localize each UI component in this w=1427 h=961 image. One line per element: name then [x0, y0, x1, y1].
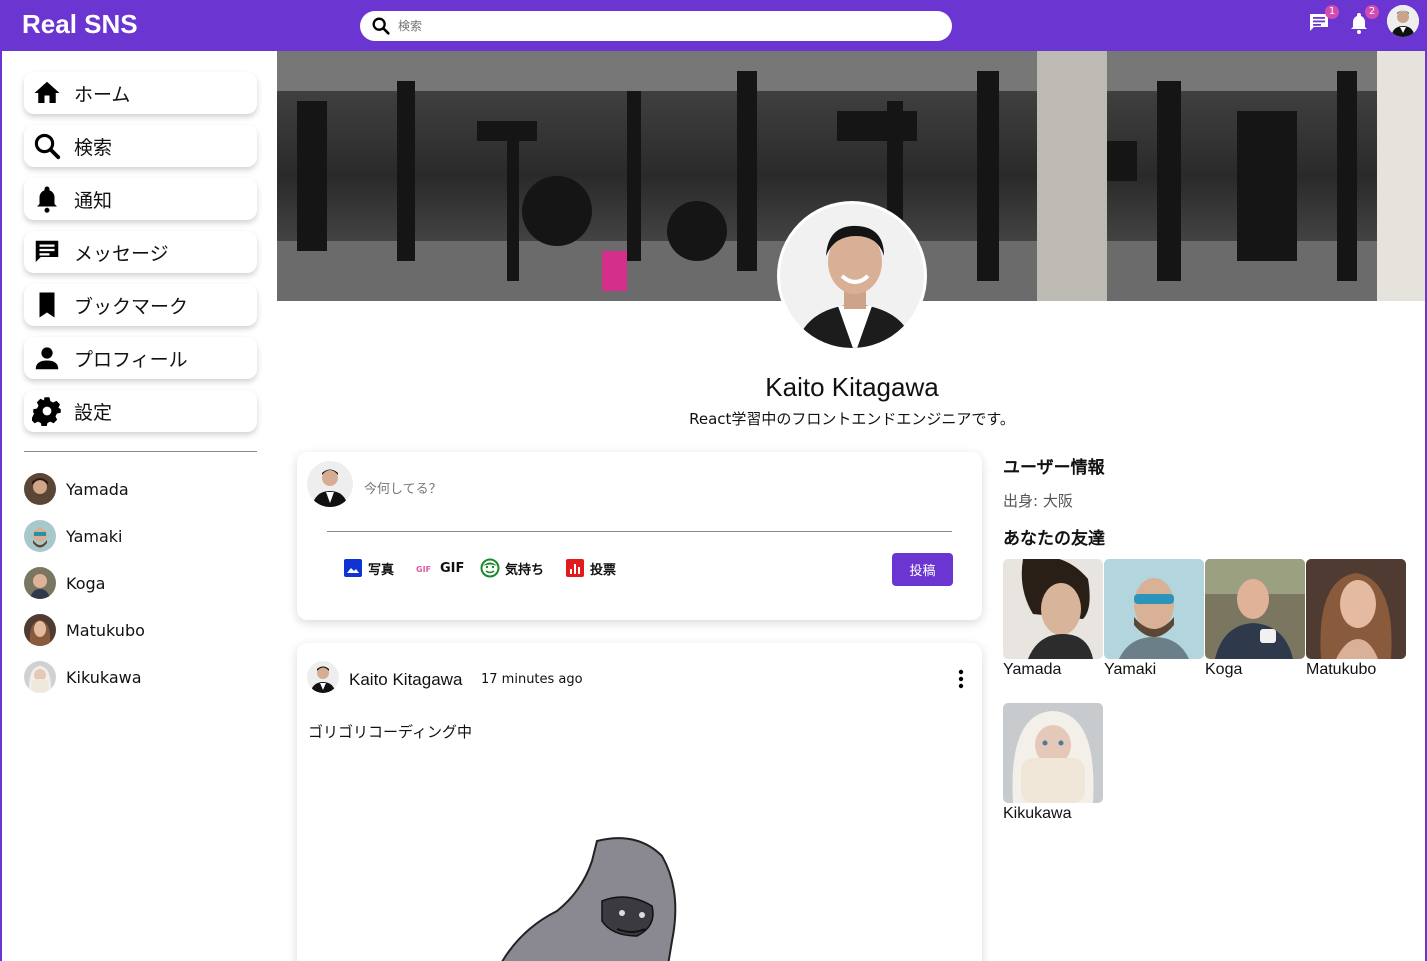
avatar-image	[1387, 5, 1419, 37]
friend-card[interactable]: Yamada	[1003, 559, 1103, 679]
sidebar-item-label: メッセージ	[74, 242, 169, 265]
image-icon	[344, 559, 362, 577]
sidebar-item-label: ホーム	[74, 83, 131, 106]
bookmark-icon	[39, 292, 55, 318]
sidebar-item-label: 通知	[74, 189, 113, 212]
search-input[interactable]	[398, 19, 898, 33]
friend-name: Yamaki	[1104, 661, 1157, 678]
friends-title: あなたの友達	[1003, 529, 1105, 549]
app-root: Real SNS 1 2 ホーム 検索	[0, 0, 1427, 961]
post-image	[501, 837, 677, 961]
post-card: Kaito Kitagawa 17 minutes ago ゴリゴリコーディング…	[297, 643, 982, 961]
sidebar-item-label: 設定	[74, 401, 113, 424]
profile-name: Kaito Kitagawa	[765, 372, 939, 402]
person-icon	[35, 347, 59, 370]
sidebar-item-label: ブックマーク	[74, 295, 189, 318]
chat-icon	[35, 240, 59, 262]
share-option-feeling[interactable]: 気持ち	[480, 558, 544, 578]
avatar[interactable]	[307, 661, 339, 693]
avatar	[24, 473, 56, 505]
share-divider	[327, 531, 952, 532]
topbar: Real SNS 1 2	[2, 0, 1425, 51]
avatar	[24, 661, 56, 693]
friend-item[interactable]: Yamaki	[24, 520, 122, 552]
avatar	[307, 461, 353, 507]
profile-description: React学習中のフロントエンドエンジニアです。	[689, 410, 1015, 428]
sidebar-divider	[24, 451, 257, 452]
avatar	[24, 520, 56, 552]
notification-badge: 2	[1365, 5, 1379, 19]
post-time: 17 minutes ago	[481, 672, 583, 687]
share-box: 今何してる？ 写真 GIF GIF 気持ち 投票 投稿	[297, 452, 982, 620]
friend-item[interactable]: Matukubo	[24, 614, 145, 646]
bell-icon	[37, 186, 57, 213]
notification-button[interactable]: 2	[1347, 5, 1379, 35]
sidebar-item-home[interactable]: ホーム	[24, 72, 257, 114]
sidebar-item-notifications[interactable]: 通知	[24, 178, 257, 220]
share-option-label: GIF	[440, 560, 465, 576]
post-button[interactable]: 投稿	[892, 553, 953, 586]
message-button[interactable]: 1	[1307, 5, 1339, 35]
friend-name: Yamaki	[66, 526, 123, 546]
friend-item[interactable]: Yamada	[24, 473, 129, 505]
friend-name: Matukubo	[66, 620, 145, 640]
search-icon	[372, 17, 390, 35]
share-input[interactable]: 今何してる？	[364, 478, 442, 497]
more-vert-icon[interactable]	[949, 667, 973, 691]
friend-name: Kikukawa	[1003, 805, 1072, 822]
friend-photo	[1003, 559, 1103, 659]
friend-item[interactable]: Kikukawa	[24, 661, 142, 693]
sidebar-item-profile[interactable]: プロフィール	[24, 337, 257, 379]
friend-name: Yamada	[66, 479, 129, 499]
sidebar: ホーム 検索 通知 メッセージ ブックマーク プロフィール 設定 Yamada …	[2, 51, 275, 961]
sidebar-item-messages[interactable]: メッセージ	[24, 231, 257, 273]
share-option-poll[interactable]: 投票	[565, 558, 616, 578]
sidebar-item-search[interactable]: 検索	[24, 125, 257, 167]
search-bar[interactable]	[360, 11, 952, 41]
message-badge: 1	[1325, 5, 1339, 19]
share-option-label: 気持ち	[505, 562, 545, 578]
gif-icon: GIF	[416, 565, 431, 574]
friend-photo	[1003, 703, 1103, 803]
search-icon	[34, 133, 61, 160]
friend-item[interactable]: Koga	[24, 567, 105, 599]
share-option-gif[interactable]: GIF GIF	[415, 558, 464, 578]
topbar-icons: 1 2	[1307, 5, 1419, 37]
avatar	[24, 614, 56, 646]
sidebar-item-label: プロフィール	[74, 348, 188, 371]
sidebar-item-bookmarks[interactable]: ブックマーク	[24, 284, 257, 326]
avatar[interactable]	[1387, 5, 1419, 37]
svg-text:GIF: GIF	[416, 565, 431, 574]
gear-icon	[32, 397, 61, 426]
home-icon	[34, 81, 60, 103]
avatar	[24, 567, 56, 599]
user-origin: 出身: 大阪	[1003, 492, 1073, 510]
share-option-label: 投票	[590, 562, 617, 578]
app-logo[interactable]: Real SNS	[22, 9, 138, 40]
friend-name: Kikukawa	[66, 667, 142, 687]
sidebar-item-label: 検索	[74, 136, 113, 159]
smile-icon	[480, 558, 500, 578]
friend-card[interactable]: Yamaki	[1104, 559, 1204, 679]
post-username[interactable]: Kaito Kitagawa	[349, 670, 462, 690]
friend-card[interactable]: Koga	[1205, 559, 1305, 679]
friend-photo	[1104, 559, 1204, 659]
user-info-title: ユーザー情報	[1003, 458, 1105, 478]
friend-photo	[1205, 559, 1305, 659]
sidebar-item-settings[interactable]: 設定	[24, 390, 257, 432]
share-option-label: 写真	[368, 562, 395, 578]
share-option-photo[interactable]: 写真	[343, 558, 394, 578]
profile-picture[interactable]	[777, 201, 927, 351]
poll-icon	[566, 559, 584, 577]
friend-name: Matukubo	[1306, 661, 1377, 678]
post-text: ゴリゴリコーディング中	[308, 723, 472, 741]
friend-name: Yamada	[1003, 661, 1062, 678]
friend-name: Koga	[66, 573, 106, 593]
friend-photo	[1306, 559, 1406, 659]
friend-card[interactable]: Kikukawa	[1003, 703, 1103, 823]
friend-name: Koga	[1205, 661, 1243, 678]
friend-card[interactable]: Matukubo	[1306, 559, 1406, 679]
